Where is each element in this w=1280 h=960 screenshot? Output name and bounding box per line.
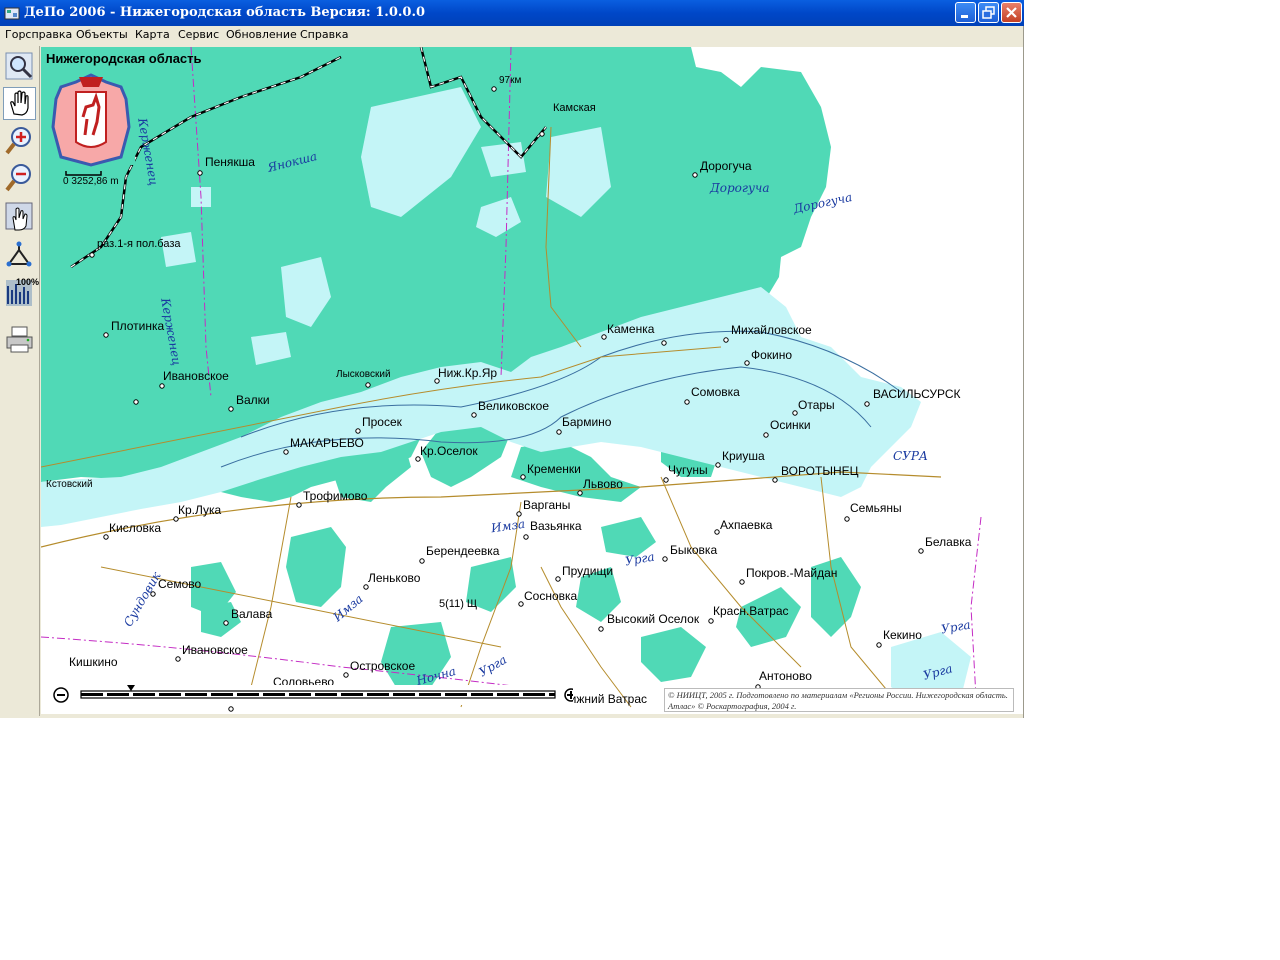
app-icon (4, 7, 20, 20)
info-pointer-icon (5, 202, 33, 231)
window-title: ДеПо 2006 - Нижегородская область Версия… (24, 5, 426, 20)
menu-service[interactable]: Сервис (178, 28, 219, 41)
minimize-button[interactable] (955, 2, 976, 23)
settlement-label[interactable]: Семово (158, 577, 201, 591)
settlement-label[interactable]: Каменка (607, 322, 654, 336)
settlement-label[interactable]: 5(11) Щ (439, 598, 477, 610)
maximize-button[interactable] (978, 2, 999, 23)
zoom-in-icon (5, 127, 31, 155)
settlement-label[interactable]: Быковка (670, 543, 717, 557)
zoom-area-tool[interactable] (3, 50, 36, 83)
print-tool[interactable] (3, 323, 36, 356)
zoom-in-tool[interactable] (3, 124, 36, 157)
settlement-label[interactable]: Кременки (527, 462, 581, 476)
tool-panel: 100% (0, 46, 40, 716)
settlement-label[interactable]: Кишкино (69, 655, 118, 669)
zoom-100-label: 100% (16, 277, 40, 287)
menu-help[interactable]: Справка (300, 28, 348, 41)
settlement-label[interactable]: Криуша (722, 449, 765, 463)
settlement-label[interactable]: Берендеевка (426, 544, 499, 558)
settlement-label[interactable]: Белавка (925, 535, 971, 549)
pan-tool[interactable] (3, 87, 36, 120)
settlement-label[interactable]: Нижний Ватрас (561, 692, 647, 706)
copyright-notice: © НИИЦТ, 2005 г. Подготовлено по материа… (664, 688, 1014, 712)
close-button[interactable] (1001, 2, 1022, 23)
settlement-label[interactable]: Дорогуча (700, 159, 752, 173)
settlement-label[interactable]: Островское (350, 659, 415, 673)
info-pointer-tool[interactable] (3, 200, 36, 233)
settlement-label[interactable]: Прудищи (562, 564, 613, 578)
settlement-label[interactable]: Чугуны (668, 463, 708, 477)
settlement-label[interactable]: раз.1-я пол.база (97, 238, 181, 250)
menu-gorspravka[interactable]: Горсправка (5, 28, 72, 41)
settlement-label[interactable]: Львово (583, 477, 623, 491)
settlement-label[interactable]: Антоново (759, 669, 812, 683)
settlement-label[interactable]: Варганы (523, 498, 570, 512)
zoom-out-icon (5, 164, 31, 192)
settlement-label[interactable]: Отары (798, 398, 835, 412)
settlement-label[interactable]: Валки (236, 393, 270, 407)
zoom-area-icon (5, 52, 33, 80)
app-window: ДеПо 2006 - Нижегородская область Версия… (0, 0, 1024, 718)
settlement-label[interactable]: Просек (362, 415, 402, 429)
settlement-label[interactable]: Великовское (478, 399, 549, 413)
route-tool[interactable] (3, 238, 36, 271)
zoom-out-tool[interactable] (3, 161, 36, 194)
settlement-label[interactable]: ВОРОТЫНЕЦ (781, 464, 859, 478)
zoom-slider-thumb[interactable] (127, 685, 135, 691)
settlement-label[interactable]: Высокий Оселок (607, 612, 699, 626)
zoom-100-tool[interactable]: 100% (3, 276, 40, 309)
settlement-label[interactable]: Кр.Лука (178, 503, 221, 517)
printer-icon (6, 326, 33, 353)
settlement-label[interactable]: Вазьянка (530, 519, 582, 533)
settlement-label[interactable]: Ниж.Кр.Яр (438, 366, 497, 380)
settlement-label[interactable]: Ивановское (163, 369, 229, 383)
scale-label: 0 3252,86 m (63, 176, 119, 187)
menu-bar: Горсправка Объекты Карта Сервис Обновлен… (0, 26, 1022, 46)
settlement-label[interactable]: Бармино (562, 415, 611, 429)
menu-update[interactable]: Обновление (226, 28, 297, 41)
settlement-label[interactable]: Ивановское (182, 643, 248, 657)
settlement-label[interactable]: Кисловка (109, 521, 161, 535)
map-view[interactable]: Нижегородская область 0 3252,86 m Пенякш… (41, 47, 1023, 714)
settlement-label[interactable]: Михайловское (731, 323, 812, 337)
settlement-label[interactable]: 97км (499, 75, 521, 86)
settlement-label[interactable]: Осинки (770, 418, 811, 432)
settlement-label[interactable]: ВАСИЛЬСУРСК (873, 387, 961, 401)
settlement-label[interactable]: Трофимово (303, 489, 367, 503)
settlement-label[interactable]: Пенякша (205, 155, 255, 169)
settlement-label[interactable]: МАКАРЬЕВО (290, 436, 364, 450)
settlement-label[interactable]: Камская (553, 102, 596, 114)
settlement-label[interactable]: Кр.Оселок (420, 444, 478, 458)
settlement-label[interactable]: Валава (231, 607, 272, 621)
settlement-label[interactable]: Лысковский (336, 369, 391, 380)
route-icon (6, 241, 32, 267)
settlement-label[interactable]: Кекино (883, 628, 922, 642)
settlement-label[interactable]: Сомовка (691, 385, 740, 399)
settlement-label[interactable]: Кстовский (46, 479, 93, 490)
settlement-label[interactable]: Красн.Ватрас (713, 604, 789, 618)
zoom-slider[interactable] (43, 685, 578, 705)
settlement-label[interactable]: Семьяны (850, 501, 902, 515)
settlement-label[interactable]: Фокино (751, 348, 792, 362)
settlement-label[interactable]: Леньково (368, 571, 420, 585)
settlement-label[interactable]: Сосновка (524, 589, 577, 603)
region-title: Нижегородская область (46, 51, 202, 66)
title-bar[interactable]: ДеПо 2006 - Нижегородская область Версия… (0, 0, 1024, 26)
river-label: Дорогуча (710, 181, 770, 195)
hand-icon (10, 90, 29, 116)
river-label: СУРА (893, 449, 929, 463)
coat-of-arms (49, 69, 135, 167)
settlement-label[interactable]: Покров.-Майдан (746, 566, 837, 580)
settlement-label[interactable]: Ахпаевка (720, 518, 772, 532)
settlement-label[interactable]: Плотинка (111, 319, 164, 333)
menu-objects[interactable]: Объекты (76, 28, 128, 41)
menu-map[interactable]: Карта (135, 28, 170, 41)
